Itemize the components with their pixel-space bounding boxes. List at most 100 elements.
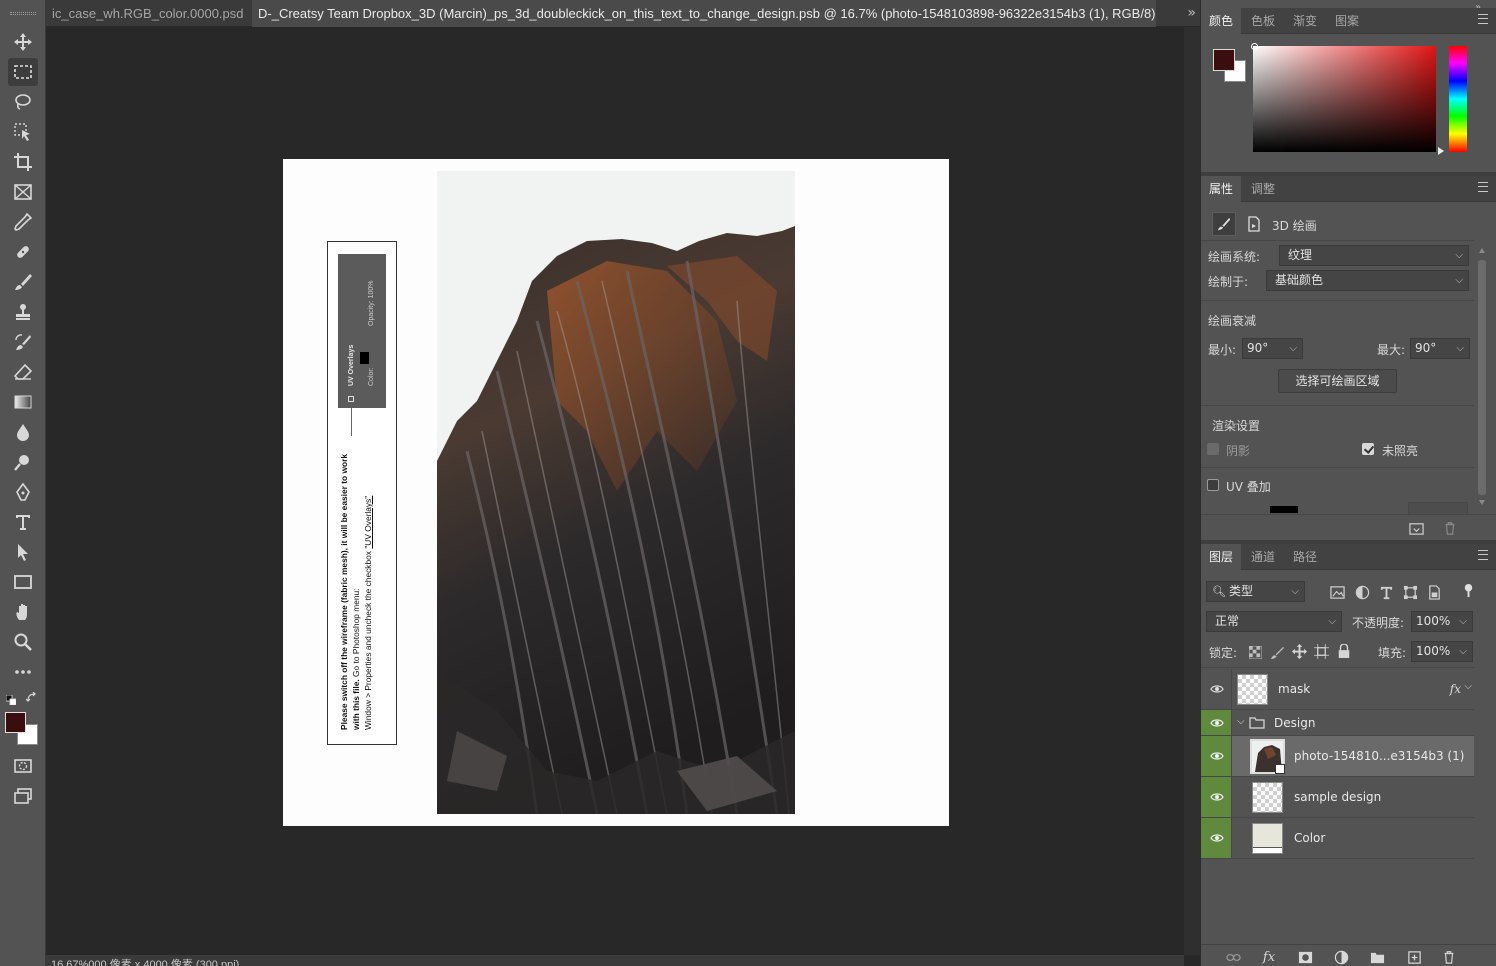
paint-on-dropdown[interactable]: 基础颜色 ⌵ — [1266, 270, 1469, 291]
visibility-toggle[interactable] — [1201, 818, 1232, 858]
eraser-tool-icon[interactable] — [8, 358, 38, 386]
lock-image-pixels-icon[interactable] — [1269, 644, 1285, 660]
healing-brush-tool-icon[interactable] — [8, 238, 38, 266]
rectangle-tool-icon[interactable] — [8, 568, 38, 596]
tab-paths[interactable]: 路径 — [1285, 544, 1325, 570]
eyedropper-tool-icon[interactable] — [8, 208, 38, 236]
uv-opacity-field[interactable] — [1408, 502, 1468, 514]
tab-swatches[interactable]: 色板 — [1243, 8, 1283, 34]
layer-style-fx-icon[interactable]: fx — [1261, 949, 1277, 965]
filter-shape-icon[interactable] — [1402, 584, 1418, 600]
new-adjustment-layer-icon[interactable] — [1333, 949, 1349, 965]
layer-row-photo[interactable]: photo-154810...e3154b3 (1) — [1201, 736, 1474, 777]
render-icon[interactable] — [1408, 520, 1424, 536]
new-layer-icon[interactable] — [1406, 949, 1422, 965]
scroll-up-icon[interactable] — [1479, 248, 1485, 253]
link-layers-icon[interactable] — [1225, 949, 1241, 965]
panel-menu-icon[interactable] — [1478, 182, 1488, 192]
uv-overlay-checkbox[interactable] — [1207, 479, 1219, 491]
tab-layers[interactable]: 图层 — [1201, 544, 1242, 570]
marquee-tool-icon[interactable] — [8, 58, 38, 86]
layer-filter-dropdown[interactable]: 🔍︎ 类型 ⌵ — [1206, 581, 1305, 602]
shadow-checkbox[interactable] — [1207, 443, 1219, 455]
paint-system-dropdown[interactable]: 纹理 ⌵ — [1279, 245, 1469, 266]
hue-slider[interactable] — [1449, 46, 1467, 152]
tab-properties[interactable]: 属性 — [1201, 176, 1242, 202]
object-selection-tool-icon[interactable] — [8, 118, 38, 146]
foreground-color-swatch[interactable] — [1213, 49, 1235, 71]
frame-tool-icon[interactable] — [8, 178, 38, 206]
filter-pixel-icon[interactable] — [1329, 584, 1345, 600]
document-canvas[interactable]: UV Overlays Color: Opacity: 100% Please … — [283, 159, 949, 826]
visibility-toggle[interactable] — [1201, 669, 1232, 709]
hand-tool-icon[interactable] — [8, 598, 38, 626]
foreground-color-swatch[interactable] — [5, 712, 26, 733]
zoom-tool-icon[interactable] — [8, 628, 38, 656]
add-mask-icon[interactable] — [1297, 949, 1313, 965]
filter-smart-object-icon[interactable] — [1426, 584, 1442, 600]
scroll-thumb[interactable] — [1478, 260, 1486, 495]
panel-menu-icon[interactable] — [1478, 14, 1488, 24]
layer-row-sample-design[interactable]: sample design — [1201, 777, 1474, 818]
filter-toggle-icon[interactable] — [1460, 582, 1476, 598]
min-falloff-field[interactable]: 90° ⌵ — [1242, 338, 1303, 359]
max-falloff-field[interactable]: 90° ⌵ — [1410, 338, 1470, 359]
visibility-toggle[interactable] — [1201, 710, 1232, 735]
dodge-tool-icon[interactable] — [8, 448, 38, 476]
panel-menu-icon[interactable] — [1478, 550, 1488, 560]
properties-scrollbar[interactable] — [1475, 246, 1489, 514]
blend-mode-dropdown[interactable]: 正常 ⌵ — [1206, 611, 1342, 632]
tab-color[interactable]: 颜色 — [1201, 8, 1242, 34]
tab-patterns[interactable]: 图案 — [1327, 8, 1367, 34]
tab-overflow-icon[interactable]: » — [1187, 5, 1196, 21]
history-brush-tool-icon[interactable] — [8, 328, 38, 356]
crop-tool-icon[interactable] — [8, 148, 38, 176]
brush-tool-icon[interactable] — [8, 268, 38, 296]
visibility-toggle[interactable] — [1201, 736, 1232, 776]
chevron-down-icon[interactable]: ⌵ — [1464, 681, 1472, 692]
lock-all-icon[interactable] — [1336, 643, 1352, 659]
gradient-tool-icon[interactable] — [8, 388, 38, 416]
opacity-field[interactable]: 100% ⌵ — [1411, 611, 1473, 632]
layer-row-design-group[interactable]: ⌵ Design — [1201, 710, 1474, 736]
chevron-down-icon[interactable]: ⌵ — [1237, 716, 1245, 727]
type-tool-icon[interactable] — [8, 508, 38, 536]
hue-marker-icon[interactable] — [1438, 147, 1444, 155]
swap-colors-icon[interactable] — [25, 691, 38, 704]
lock-artboard-icon[interactable] — [1313, 643, 1329, 659]
unlit-checkbox[interactable] — [1362, 443, 1374, 455]
lasso-tool-icon[interactable] — [8, 88, 38, 116]
clone-stamp-tool-icon[interactable] — [8, 298, 38, 326]
color-field[interactable] — [1253, 46, 1436, 152]
screen-mode-icon[interactable] — [8, 782, 38, 810]
brush-icon[interactable] — [1212, 212, 1236, 236]
uv-overlay-color-swatch[interactable] — [1270, 506, 1298, 513]
lock-transparent-pixels-icon[interactable] — [1247, 644, 1263, 660]
more-tools-icon[interactable] — [8, 658, 38, 686]
filter-adjustment-icon[interactable] — [1354, 584, 1370, 600]
default-colors-icon[interactable] — [5, 694, 17, 706]
lock-position-icon[interactable] — [1291, 643, 1307, 659]
tab-document-1[interactable]: ic_case_wh.RGB_color.0000.psd × — [46, 0, 250, 27]
layer-row-color[interactable]: Color — [1201, 818, 1474, 859]
path-selection-tool-icon[interactable] — [8, 538, 38, 566]
delete-layer-icon[interactable] — [1441, 949, 1457, 965]
3d-paint-mode-icon[interactable] — [1246, 216, 1262, 232]
scroll-down-icon[interactable] — [1479, 500, 1485, 505]
tools-grip[interactable] — [0, 2, 46, 24]
move-tool-icon[interactable] — [8, 28, 38, 56]
pen-tool-icon[interactable] — [8, 478, 38, 506]
tab-channels[interactable]: 通道 — [1243, 544, 1283, 570]
tab-gradients[interactable]: 渐变 — [1285, 8, 1325, 34]
fx-icon[interactable]: fx — [1450, 682, 1461, 696]
color-picker-handle[interactable] — [1251, 43, 1258, 50]
quick-mask-icon[interactable] — [8, 752, 38, 780]
new-group-icon[interactable] — [1369, 949, 1385, 965]
select-paintable-areas-button[interactable]: 选择可绘画区域 — [1278, 369, 1397, 393]
canvas-vertical-scrollbar[interactable] — [1184, 27, 1200, 955]
fill-field[interactable]: 100% ⌵ — [1411, 641, 1473, 662]
visibility-toggle[interactable] — [1201, 777, 1232, 817]
layer-row-mask[interactable]: mask fx ⌵ — [1201, 669, 1474, 710]
filter-type-icon[interactable] — [1378, 584, 1394, 600]
blur-tool-icon[interactable] — [8, 418, 38, 446]
